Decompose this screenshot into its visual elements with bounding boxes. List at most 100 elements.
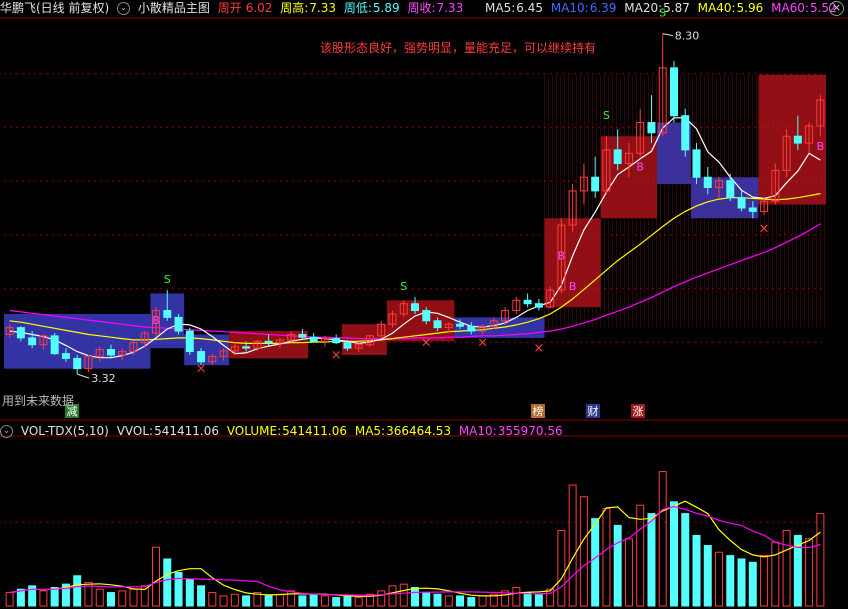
high-price-label: 8.30 bbox=[675, 30, 700, 43]
volume-bar bbox=[39, 590, 48, 607]
vvol-label: VVOL: bbox=[116, 424, 154, 438]
volume-bar bbox=[647, 513, 656, 607]
kline-chart[interactable]: 8.30 3.32 该股形态良好，强势明显，量能充足，可以继续持有 S S S S B B B B B… bbox=[0, 0, 848, 609]
vvol-value: 541411.06 bbox=[154, 424, 219, 438]
volume-bar bbox=[737, 558, 746, 607]
volume-bar bbox=[782, 529, 791, 607]
volume-bar bbox=[805, 538, 814, 607]
buy-signal: B bbox=[569, 280, 577, 293]
volume-bar bbox=[264, 595, 273, 607]
volume-bar bbox=[715, 551, 724, 607]
volume-bar bbox=[185, 578, 194, 607]
volume-bar bbox=[174, 571, 183, 607]
volume-bar bbox=[73, 575, 82, 607]
volume-bar bbox=[760, 555, 769, 607]
candle-body bbox=[106, 349, 115, 356]
candle-body bbox=[298, 333, 307, 338]
cross-signal: × bbox=[759, 222, 770, 237]
volume-bar bbox=[219, 595, 228, 607]
candle-body bbox=[433, 320, 442, 329]
volume-bar bbox=[816, 513, 825, 607]
volume-bar bbox=[118, 590, 127, 607]
volume-bar bbox=[579, 496, 588, 607]
cross-signal: × bbox=[421, 336, 432, 351]
sell-signal: S bbox=[603, 109, 610, 122]
volume-bar bbox=[197, 585, 206, 607]
volume-bar bbox=[242, 595, 251, 607]
candle-body bbox=[703, 176, 712, 188]
volume-bar bbox=[703, 545, 712, 607]
candle-body bbox=[748, 207, 757, 212]
candle-body bbox=[613, 149, 622, 165]
candle-body bbox=[669, 67, 678, 117]
volume-bar bbox=[399, 583, 408, 607]
volume-bar bbox=[748, 561, 757, 607]
tag-bang: 榜 bbox=[533, 404, 544, 418]
volume-bar bbox=[287, 590, 296, 607]
cross-signal: × bbox=[477, 336, 488, 351]
candle-body bbox=[726, 180, 735, 199]
volume-bar bbox=[669, 501, 678, 607]
candle-body bbox=[422, 310, 431, 322]
tag-zhang: 涨 bbox=[633, 405, 644, 418]
candle-body bbox=[61, 353, 70, 359]
cross-signal: × bbox=[331, 348, 342, 363]
volume-bar bbox=[152, 546, 161, 607]
tag-cai: 财 bbox=[588, 404, 599, 418]
volume-bar bbox=[467, 597, 476, 607]
volume-bar bbox=[343, 595, 352, 607]
candle-body bbox=[50, 335, 59, 355]
high-pointer bbox=[662, 33, 673, 37]
cross-signal: × bbox=[533, 341, 544, 356]
candle-body bbox=[737, 197, 746, 209]
volume-bar bbox=[320, 595, 329, 607]
volume-bar bbox=[50, 587, 59, 607]
candle-body bbox=[647, 122, 656, 134]
volume-bar bbox=[275, 593, 284, 607]
volume-bar bbox=[726, 555, 735, 607]
volume-bar bbox=[230, 593, 239, 607]
sell-signal: S bbox=[164, 273, 171, 286]
vol-indicator-name[interactable]: VOL-TDX(5,10) bbox=[21, 424, 109, 438]
candle-body bbox=[185, 330, 194, 353]
vol-ma10-label: MA10: bbox=[458, 424, 497, 438]
volume-label: VOLUME: bbox=[226, 424, 282, 438]
vol-ma5-label: MA5: bbox=[354, 424, 386, 438]
volume-bar bbox=[624, 538, 633, 607]
volume-bar bbox=[422, 592, 431, 607]
sell-signal: S bbox=[659, 7, 666, 20]
volume-header: ⌄ VOL-TDX(5,10) VVOL:541411.06 VOLUME:54… bbox=[0, 423, 567, 439]
low-pointer bbox=[77, 373, 90, 379]
candle-body bbox=[681, 115, 690, 151]
candle-body bbox=[28, 337, 37, 346]
buy-signal: B bbox=[152, 314, 160, 327]
future-data-note: 用到未来数据 bbox=[2, 394, 75, 408]
volume-bar bbox=[377, 590, 386, 607]
volume-bar bbox=[388, 585, 397, 607]
vol-ma10-value: 355970.56 bbox=[497, 424, 563, 438]
indicator-menu-icon[interactable]: ⌄ bbox=[0, 425, 13, 438]
volume-bar bbox=[129, 588, 138, 607]
volume-value: 541411.06 bbox=[282, 424, 348, 438]
volume-bar bbox=[534, 593, 543, 607]
volume-bar bbox=[5, 592, 14, 607]
candle-body bbox=[343, 342, 352, 349]
volume-bar bbox=[636, 504, 645, 607]
candle-body bbox=[264, 340, 273, 344]
volume-bar bbox=[208, 592, 217, 607]
volume-bar bbox=[658, 471, 667, 607]
candle-body bbox=[411, 303, 419, 312]
volume-bar bbox=[771, 541, 780, 607]
candle-body bbox=[73, 357, 82, 370]
volume-bar bbox=[298, 595, 307, 607]
cross-signal: × bbox=[196, 362, 207, 377]
candle-body bbox=[309, 336, 318, 342]
candle-body bbox=[692, 149, 701, 178]
candle-body bbox=[456, 323, 465, 327]
volume-bar bbox=[163, 558, 172, 607]
volume-bar bbox=[692, 534, 701, 607]
candle-body bbox=[534, 303, 543, 308]
candle-body bbox=[332, 338, 341, 344]
buy-signal: B bbox=[817, 140, 825, 153]
volume-bar bbox=[332, 597, 341, 607]
